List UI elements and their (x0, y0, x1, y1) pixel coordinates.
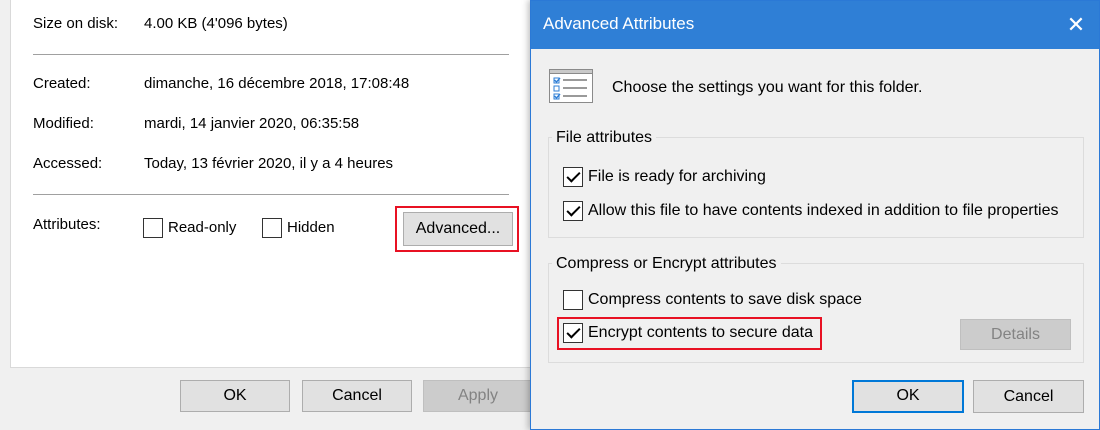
details-button[interactable]: Details (960, 319, 1071, 350)
dialog-cancel-button[interactable]: Cancel (973, 380, 1084, 413)
created-value: dimanche, 16 décembre 2018, 17:08:48 (144, 75, 410, 92)
separator (33, 54, 509, 55)
attributes-label: Attributes: (33, 216, 101, 233)
encrypt-label[interactable]: Encrypt contents to secure data (588, 324, 813, 342)
archive-label[interactable]: File is ready for archiving (588, 168, 766, 186)
dialog-titlebar[interactable]: Advanced Attributes ✕ (531, 1, 1099, 49)
size-on-disk-value: 4.00 KB (4'096 bytes) (144, 15, 288, 32)
hidden-label[interactable]: Hidden (287, 218, 335, 238)
hidden-checkbox[interactable] (262, 218, 282, 238)
cancel-button[interactable]: Cancel (302, 380, 412, 412)
read-only-checkbox[interactable] (143, 218, 163, 238)
properties-window: Size on disk: 4.00 KB (4'096 bytes) Crea… (0, 0, 560, 430)
advanced-button[interactable]: Advanced... (403, 212, 513, 246)
separator (33, 194, 509, 195)
encrypt-checkbox[interactable] (563, 323, 583, 343)
file-attributes-group (548, 137, 1084, 238)
index-checkbox[interactable] (563, 201, 583, 221)
close-icon[interactable]: ✕ (1053, 1, 1099, 49)
dialog-ok-button[interactable]: OK (852, 380, 964, 413)
accessed-label: Accessed: (33, 155, 103, 172)
modified-label: Modified: (33, 115, 94, 132)
compress-encrypt-heading: Compress or Encrypt attributes (552, 255, 781, 273)
accessed-value: Today, 13 février 2020, il y a 4 heures (144, 155, 394, 172)
file-attributes-heading: File attributes (552, 129, 657, 147)
general-tab-page: Size on disk: 4.00 KB (4'096 bytes) Crea… (10, 0, 550, 368)
ok-button[interactable]: OK (180, 380, 290, 412)
advanced-attributes-dialog: Advanced Attributes ✕ Choose the setting… (530, 0, 1100, 430)
settings-list-icon (549, 69, 593, 103)
archive-checkbox[interactable] (563, 167, 583, 187)
dialog-title: Advanced Attributes (543, 14, 695, 33)
compress-checkbox[interactable] (563, 290, 583, 310)
modified-value: mardi, 14 janvier 2020, 06:35:58 (144, 115, 360, 132)
compress-label[interactable]: Compress contents to save disk space (588, 291, 862, 309)
dialog-description: Choose the settings you want for this fo… (612, 79, 923, 96)
created-label: Created: (33, 75, 91, 92)
read-only-label[interactable]: Read-only (168, 218, 236, 238)
apply-button[interactable]: Apply (423, 380, 533, 412)
size-on-disk-label: Size on disk: (33, 15, 119, 32)
index-label[interactable]: Allow this file to have contents indexed… (588, 202, 1059, 220)
